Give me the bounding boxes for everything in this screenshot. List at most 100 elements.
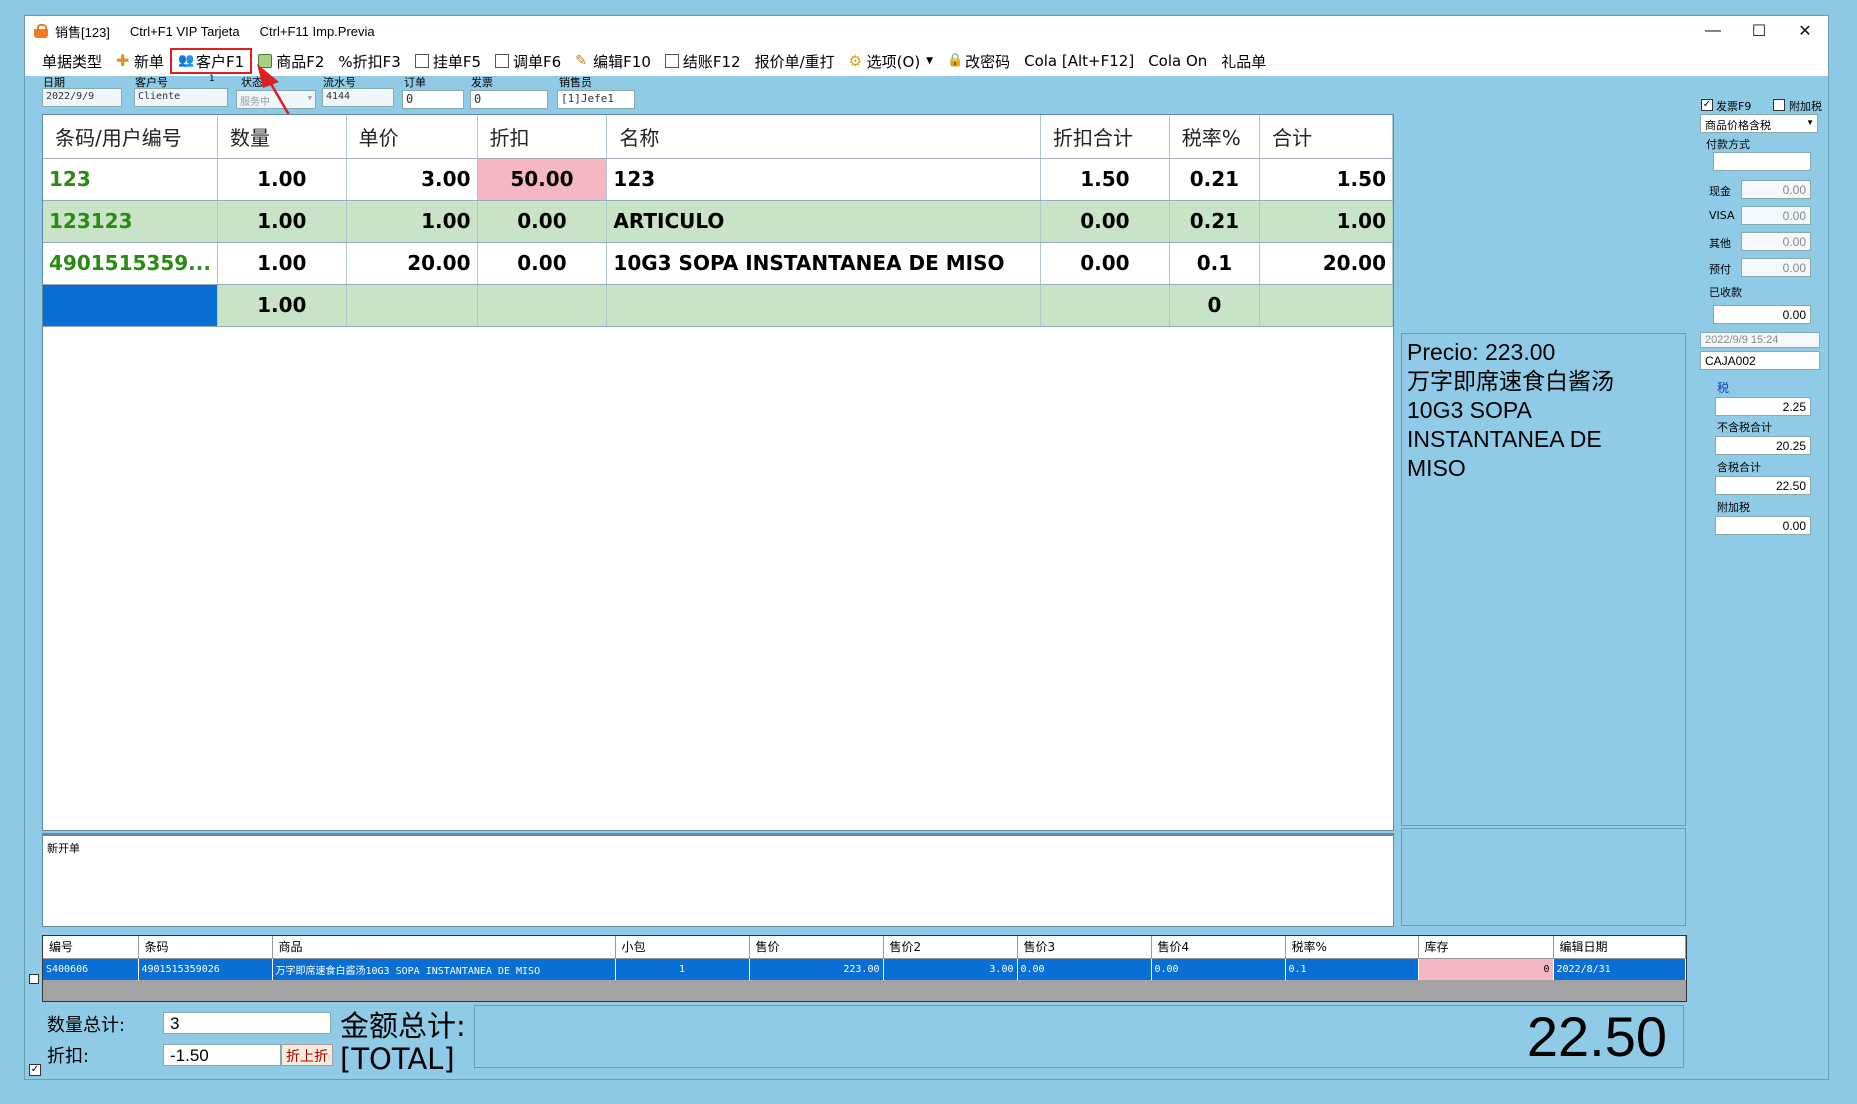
menu-edit[interactable]: ✎ 编辑F10: [568, 49, 658, 73]
cell-tax[interactable]: 0: [1169, 284, 1261, 327]
plist-col-price2[interactable]: 售价2: [883, 936, 1018, 959]
price-mode-select[interactable]: 商品价格含税 ▼: [1700, 114, 1818, 133]
cell-discount[interactable]: 0.00: [477, 242, 608, 285]
other-field[interactable]: 0.00: [1741, 232, 1811, 251]
cell-qty[interactable]: 1.00: [217, 200, 347, 243]
cell-total[interactable]: [1259, 284, 1393, 327]
cell-discount[interactable]: [477, 284, 608, 327]
col-barcode[interactable]: 条码/用户编号: [43, 115, 218, 159]
cell-price[interactable]: 3.00: [346, 158, 478, 201]
col-tax[interactable]: 税率%: [1169, 115, 1261, 159]
order-field[interactable]: 0: [402, 90, 464, 109]
cell-price[interactable]: 1.00: [346, 200, 478, 243]
cell-name[interactable]: [606, 284, 1042, 327]
fold-discount-button[interactable]: 折上折: [281, 1044, 333, 1066]
date-field[interactable]: 2022/9/9: [42, 88, 122, 107]
prepay-field[interactable]: 0.00: [1741, 258, 1811, 277]
cell-total[interactable]: 20.00: [1259, 242, 1393, 285]
cell-discount[interactable]: 50.00: [477, 158, 608, 201]
received-field[interactable]: 0.00: [1713, 305, 1811, 324]
plist-col-barcode[interactable]: 条码: [138, 936, 273, 959]
menu-cola[interactable]: Cola [Alt+F12]: [1017, 49, 1141, 73]
menu-checkout[interactable]: 结账F12: [658, 49, 748, 73]
cell-tax[interactable]: 0.21: [1169, 158, 1261, 201]
table-row[interactable]: 4901515359... 1.00 20.00 0.00 10G3 SOPA …: [43, 242, 1393, 285]
pay-method-field[interactable]: [1713, 152, 1811, 171]
plist-cell-pack[interactable]: 1: [615, 958, 750, 980]
sales-grid[interactable]: 条码/用户编号 数量 单价 折扣 名称 折扣合计 税率% 合计 123 1.00…: [42, 114, 1394, 831]
plist-cell-barcode[interactable]: 4901515359026: [138, 958, 273, 980]
col-name[interactable]: 名称: [606, 115, 1042, 159]
col-qty[interactable]: 数量: [217, 115, 347, 159]
cell-name[interactable]: 123: [606, 158, 1042, 201]
plist-cell-price4[interactable]: 0.00: [1151, 958, 1286, 980]
invoice-checkbox[interactable]: ✓: [1701, 99, 1713, 111]
menu-new[interactable]: ✚ 新单: [109, 49, 171, 73]
cell-tax[interactable]: 0.21: [1169, 200, 1261, 243]
cell-tax[interactable]: 0.1: [1169, 242, 1261, 285]
menu-gift[interactable]: 礼品单: [1214, 49, 1273, 73]
customer-field[interactable]: Cliente: [134, 88, 228, 107]
addtax-checkbox[interactable]: [1773, 99, 1785, 111]
row-select-checkbox[interactable]: [29, 974, 39, 984]
plist-col-price4[interactable]: 售价4: [1151, 936, 1286, 959]
seller-field[interactable]: [1]Jefe1: [557, 90, 635, 109]
cell-discount[interactable]: 0.00: [477, 200, 608, 243]
cell-qty[interactable]: 1.00: [217, 158, 347, 201]
cell-name[interactable]: 10G3 SOPA INSTANTANEA DE MISO: [606, 242, 1042, 285]
menu-hold[interactable]: 挂单F5: [408, 49, 488, 73]
table-row[interactable]: 123 1.00 3.00 50.00 123 1.50 0.21 1.50: [43, 158, 1393, 201]
plist-cell-price[interactable]: 223.00: [749, 958, 884, 980]
table-row[interactable]: 123123 1.00 1.00 0.00 ARTICULO 0.00 0.21…: [43, 200, 1393, 243]
maximize-button[interactable]: ☐: [1736, 16, 1782, 46]
menu-options[interactable]: ⚙ 选项(O) ▼: [842, 49, 940, 73]
cell-qty[interactable]: 1.00: [217, 284, 347, 327]
product-list[interactable]: 编号 条码 商品 小包 售价 售价2 售价3 售价4 税率% 库存 编辑日期 S…: [42, 935, 1687, 1002]
list-item[interactable]: S400606 4901515359026 万字即席速食白酱汤10G3 SOPA…: [43, 958, 1686, 980]
cell-code[interactable]: 123123: [43, 200, 218, 243]
plist-col-price3[interactable]: 售价3: [1017, 936, 1152, 959]
cell-code-input[interactable]: [43, 284, 218, 327]
plist-col-product[interactable]: 商品: [272, 936, 616, 959]
cell-discount-total[interactable]: [1040, 284, 1170, 327]
cell-discount-total[interactable]: 0.00: [1040, 200, 1170, 243]
bottom-checkbox[interactable]: ✓: [29, 1064, 41, 1076]
col-discount[interactable]: 折扣: [477, 115, 608, 159]
menu-cola-on[interactable]: Cola On: [1141, 49, 1214, 73]
cell-total[interactable]: 1.50: [1259, 158, 1393, 201]
plist-col-id[interactable]: 编号: [43, 936, 139, 959]
invoice-field[interactable]: 0: [470, 90, 548, 109]
menu-quote[interactable]: 报价单/重打: [748, 49, 842, 73]
menu-doc-type[interactable]: 单据类型: [35, 49, 109, 73]
plist-cell-id[interactable]: S400606: [43, 958, 139, 980]
col-price[interactable]: 单价: [346, 115, 478, 159]
menu-password[interactable]: 🔒 改密码: [940, 49, 1017, 73]
cell-code[interactable]: 4901515359...: [43, 242, 218, 285]
cell-qty[interactable]: 1.00: [217, 242, 347, 285]
plist-col-edit-date[interactable]: 编辑日期: [1553, 936, 1686, 959]
plist-cell-tax[interactable]: 0.1: [1285, 958, 1419, 980]
minimize-button[interactable]: —: [1690, 16, 1736, 46]
cell-price[interactable]: [346, 284, 478, 327]
plist-col-price[interactable]: 售价: [749, 936, 884, 959]
plist-col-stock[interactable]: 库存: [1418, 936, 1554, 959]
plist-cell-stock[interactable]: 0: [1418, 958, 1554, 980]
cell-total[interactable]: 1.00: [1259, 200, 1393, 243]
cell-price[interactable]: 20.00: [346, 242, 478, 285]
menu-recall[interactable]: 调单F6: [488, 49, 568, 73]
cell-discount-total[interactable]: 1.50: [1040, 158, 1170, 201]
plist-cell-edit-date[interactable]: 2022/8/31: [1553, 958, 1686, 980]
menu-discount[interactable]: %折扣F3: [331, 49, 407, 73]
plist-col-pack[interactable]: 小包: [615, 936, 750, 959]
close-button[interactable]: ✕: [1782, 16, 1828, 46]
menu-customer[interactable]: 👥 客户F1: [170, 48, 253, 74]
memo-area[interactable]: 新开单: [42, 833, 1394, 927]
plist-cell-price3[interactable]: 0.00: [1017, 958, 1152, 980]
cell-discount-total[interactable]: 0.00: [1040, 242, 1170, 285]
visa-field[interactable]: 0.00: [1741, 206, 1811, 225]
plist-cell-product[interactable]: 万字即席速食白酱汤10G3 SOPA INSTANTANEA DE MISO: [272, 958, 616, 980]
table-row-input[interactable]: 1.00 0: [43, 284, 1393, 327]
cash-field[interactable]: 0.00: [1741, 180, 1811, 199]
cell-name[interactable]: ARTICULO: [606, 200, 1042, 243]
plist-col-tax[interactable]: 税率%: [1285, 936, 1419, 959]
